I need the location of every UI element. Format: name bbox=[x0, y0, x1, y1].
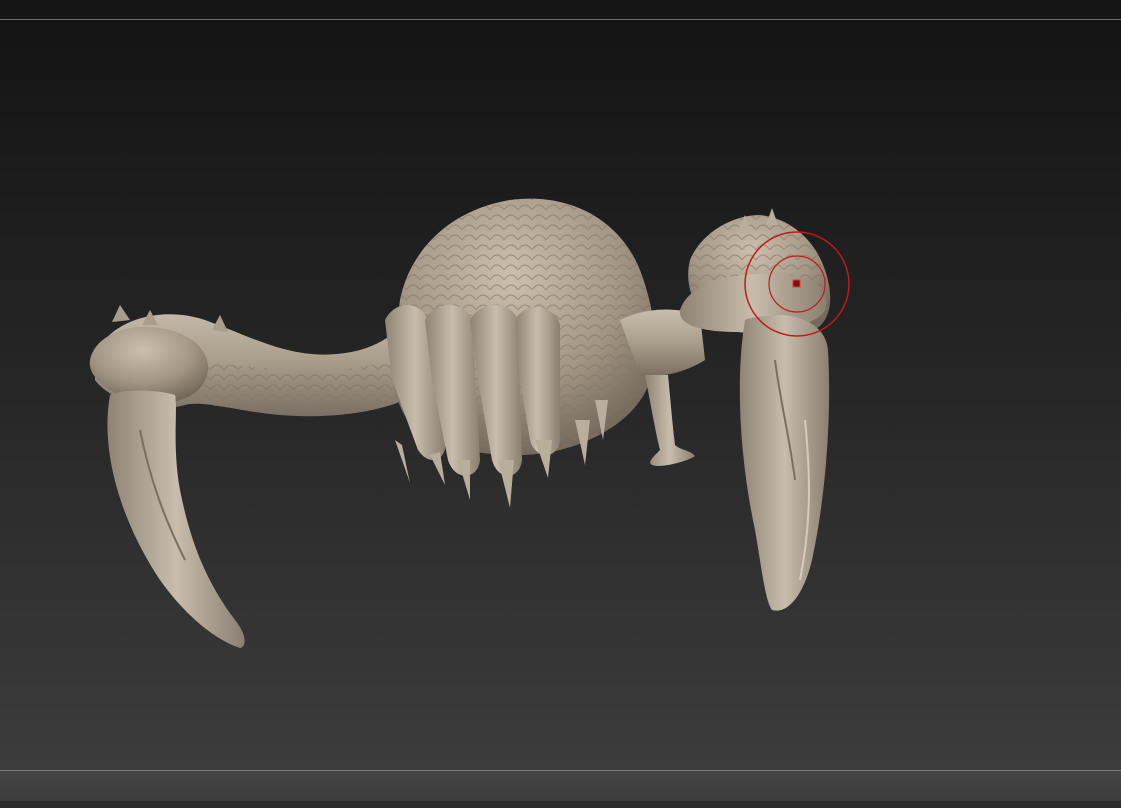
left-tusk bbox=[107, 390, 245, 648]
top-toolbar bbox=[0, 0, 1121, 19]
bottom-edge bbox=[0, 801, 1121, 808]
right-tusk bbox=[739, 315, 830, 611]
head bbox=[679, 208, 831, 337]
3d-viewport[interactable] bbox=[0, 20, 1121, 770]
sculpt-model[interactable] bbox=[0, 20, 1121, 770]
